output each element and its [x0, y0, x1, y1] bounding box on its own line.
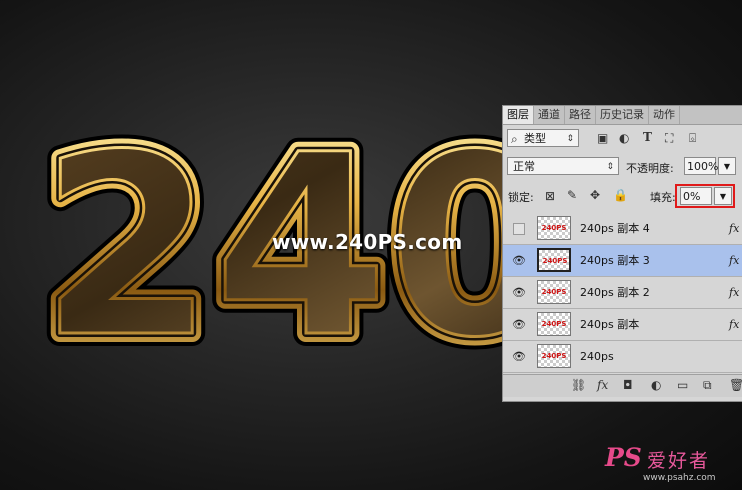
filter-kind-select[interactable]: ⌕ 类型 ⇕: [507, 129, 579, 147]
blend-mode-select[interactable]: 正常 ⇕: [507, 157, 619, 175]
add-layer-style-icon[interactable]: fx: [597, 378, 608, 392]
layer-name: 240ps 副本 4: [580, 222, 650, 235]
layer-effects-icon[interactable]: fx: [729, 277, 739, 308]
shape-filter-icon[interactable]: ⛶: [665, 131, 673, 146]
layer-name: 240ps 副本: [580, 318, 640, 331]
fill-highlight-box: 0% ▼: [675, 184, 735, 208]
lock-fill-row: 锁定: ⊠ ✎ ✥ 🔒 填充: 0% ▼: [503, 184, 742, 208]
lock-image-pixels-brush-icon[interactable]: ✎: [567, 188, 577, 202]
updown-icon: ⇕: [566, 134, 574, 144]
eye-icon[interactable]: 👁: [512, 350, 526, 363]
layer-thumbnail: 240PS: [537, 312, 571, 336]
link-layers-icon[interactable]: ⛓: [571, 378, 586, 392]
new-layer-icon[interactable]: ⧉: [703, 378, 712, 393]
panel-tabs: 图层 通道 路径 历史记录 动作: [503, 106, 742, 125]
layer-row-240ps-copy-3[interactable]: 👁 240PS 240ps 副本 3 fx: [503, 245, 742, 277]
brand-url: www.psahz.com: [643, 473, 716, 483]
eye-icon[interactable]: 👁: [512, 286, 526, 299]
lock-transparent-pixels-icon[interactable]: ⊠: [545, 189, 555, 203]
thumbnail-text: 240PS: [542, 257, 568, 265]
fill-label: 填充:: [650, 191, 676, 204]
eye-icon[interactable]: 👁: [512, 254, 526, 267]
layer-thumbnail: 240PS: [537, 344, 571, 368]
layer-row-240ps-copy-4[interactable]: 240PS 240ps 副本 4 fx: [503, 213, 742, 245]
search-icon: ⌕: [511, 132, 518, 146]
layer-effects-icon[interactable]: fx: [729, 213, 739, 244]
thumbnail-text: 240PS: [541, 224, 567, 232]
brand-name: 爱好者: [647, 450, 711, 472]
layer-name: 240ps 副本 2: [580, 286, 650, 299]
add-mask-icon[interactable]: ◘: [623, 378, 633, 392]
blend-mode-label: 正常: [513, 160, 535, 173]
fill-input[interactable]: 0%: [680, 187, 712, 205]
blend-row: 正常 ⇕ 不透明度: 100% ▼: [503, 156, 742, 178]
delete-layer-trash-icon[interactable]: 🗑: [729, 378, 742, 392]
opacity-label: 不透明度:: [626, 162, 674, 175]
layer-name: 240ps 副本 3: [580, 254, 650, 267]
thumbnail-text: 240PS: [541, 352, 567, 360]
adjustment-filter-icon[interactable]: ◐: [619, 131, 629, 145]
updown-icon: ⇕: [606, 162, 614, 172]
ps-logo: PS: [605, 443, 642, 472]
layer-row-240ps[interactable]: 👁 240PS 240ps: [503, 341, 742, 373]
thumbnail-text: 240PS: [541, 320, 567, 328]
tab-paths[interactable]: 路径: [565, 106, 596, 124]
opacity-input[interactable]: 100%: [684, 157, 718, 175]
layers-list: 240PS 240ps 副本 4 fx 👁 240PS 240ps 副本 3 f…: [503, 213, 742, 373]
new-group-folder-icon[interactable]: ▭: [677, 378, 688, 392]
lock-position-move-icon[interactable]: ✥: [590, 188, 600, 202]
smart-object-filter-icon[interactable]: ⌺: [689, 131, 696, 146]
tab-actions[interactable]: 动作: [649, 106, 680, 124]
layer-effects-icon[interactable]: fx: [729, 245, 739, 276]
layer-effects-icon[interactable]: fx: [729, 309, 739, 340]
layer-row-240ps-copy[interactable]: 👁 240PS 240ps 副本 fx: [503, 309, 742, 341]
eye-icon[interactable]: 👁: [512, 318, 526, 331]
image-filter-icon[interactable]: ▣: [597, 131, 608, 145]
tab-layers[interactable]: 图层: [503, 106, 534, 124]
filter-kind-label: 类型: [524, 132, 546, 145]
layer-name: 240ps: [580, 350, 614, 363]
panel-bottom-toolbar: ⛓ fx ◘ ◐ ▭ ⧉ 🗑: [503, 374, 742, 397]
layer-row-240ps-copy-2[interactable]: 👁 240PS 240ps 副本 2 fx: [503, 277, 742, 309]
lock-all-icon[interactable]: 🔒: [613, 188, 628, 202]
fill-dropdown[interactable]: ▼: [714, 187, 732, 205]
tab-channels[interactable]: 通道: [534, 106, 565, 124]
type-filter-icon[interactable]: T: [643, 130, 652, 144]
watermark-text: www.240PS.com: [272, 230, 463, 254]
opacity-dropdown[interactable]: ▼: [718, 157, 736, 175]
layer-thumbnail: 240PS: [537, 248, 571, 272]
new-adjustment-layer-icon[interactable]: ◐: [651, 378, 661, 392]
tab-history[interactable]: 历史记录: [596, 106, 649, 124]
lock-label: 锁定:: [508, 191, 534, 204]
layer-thumbnail: 240PS: [537, 280, 571, 304]
thumbnail-text: 240PS: [541, 288, 567, 296]
site-branding: PS 爱好者 www.psahz.com: [603, 443, 742, 490]
layers-panel: 图层 通道 路径 历史记录 动作 ⌕ 类型 ⇕ ▣ ◐ T ⛶ ⌺ 正常 ⇕ 不…: [502, 105, 742, 402]
filter-row: ⌕ 类型 ⇕ ▣ ◐ T ⛶ ⌺: [503, 128, 742, 150]
layer-thumbnail: 240PS: [537, 216, 571, 240]
visibility-toggle[interactable]: [513, 223, 525, 235]
